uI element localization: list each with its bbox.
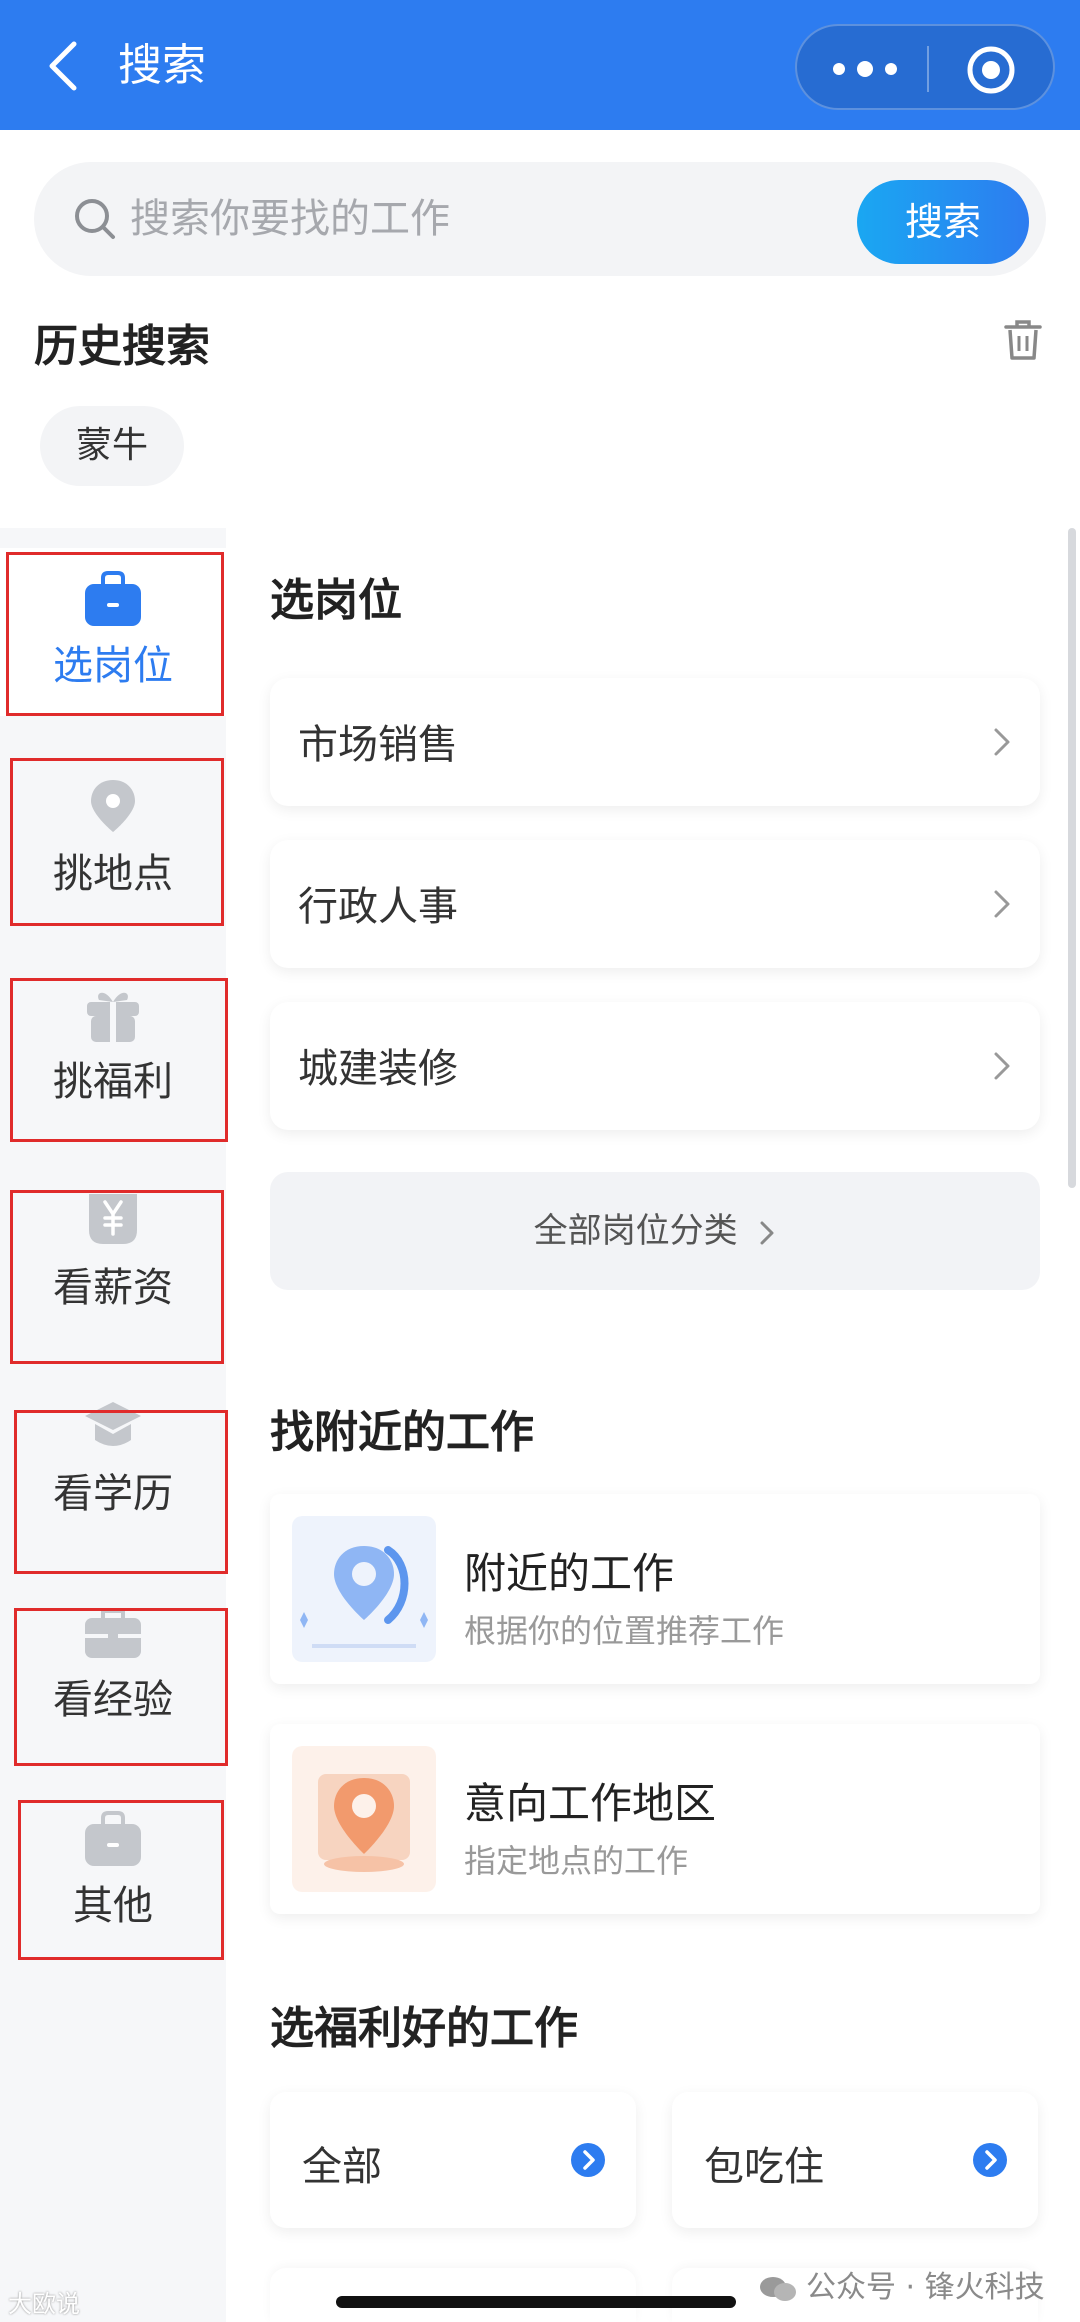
category-card[interactable]: 行政人事 [270,840,1040,968]
welfare-option-label: 包吃住 [704,2144,824,2190]
welfare-card-partial [270,2268,636,2322]
category-label: 行政人事 [298,884,458,930]
navigation-bar: 搜索 [0,0,1080,130]
miniprogram-capsule [795,24,1055,110]
history-chip[interactable]: 蒙牛 [40,406,184,486]
welfare-option-label: 全部 [302,2144,382,2190]
category-card[interactable]: 城建装修 [270,1002,1040,1130]
nearby-jobs-card[interactable]: 附近的工作 根据你的位置推荐工作 [270,1494,1040,1684]
section-title-nearby: 找附近的工作 [270,1407,534,1458]
watermark-left: 大欧说 [8,2290,80,2318]
card-title: 附近的工作 [464,1549,675,1598]
watermark-right: 公众号 · 锋火科技 [758,2262,1045,2306]
category-card[interactable]: 市场销售 [270,678,1040,806]
card-title: 意向工作地区 [464,1779,717,1828]
nearby-location-icon [292,1516,436,1662]
scrollbar[interactable] [1068,528,1076,1188]
arrow-circle-icon [571,2143,605,2177]
chevron-right-icon [994,890,1010,918]
card-subtitle: 根据你的位置推荐工作 [464,1612,785,1650]
welfare-option-board-lodging[interactable]: 包吃住 [672,2092,1038,2228]
capsule-divider [927,46,929,92]
search-icon [75,199,115,239]
highlight-box [14,1608,228,1766]
home-indicator [336,2296,736,2308]
chevron-right-icon [760,1221,774,1244]
category-label: 城建装修 [298,1046,458,1092]
back-arrow-icon[interactable] [38,36,94,96]
highlight-box [14,1410,228,1574]
area-pin-icon [292,1746,436,1892]
history-title: 历史搜索 [34,321,210,372]
trash-icon[interactable] [1003,318,1043,362]
card-subtitle: 指定地点的工作 [464,1842,689,1880]
highlight-box [10,758,224,926]
all-categories-label: 全部岗位分类 [533,1211,738,1251]
search-button[interactable]: 搜索 [857,180,1029,264]
chevron-right-icon [994,1052,1010,1080]
all-categories-button[interactable]: 全部岗位分类 [270,1172,1040,1290]
highlight-box [18,1800,224,1960]
section-title-welfare: 选福利好的工作 [270,2003,578,2054]
welfare-option-all[interactable]: 全部 [270,2092,636,2228]
search-input[interactable] [130,184,850,254]
arrow-circle-icon [973,2143,1007,2177]
highlight-box [10,1190,224,1364]
close-target-icon[interactable] [965,44,1017,96]
highlight-box [10,978,228,1142]
category-label: 市场销售 [298,722,458,768]
watermark-text: 公众号 · 锋火科技 [806,2270,1045,2305]
section-title-positions: 选岗位 [270,575,402,626]
preferred-area-card[interactable]: 意向工作地区 指定地点的工作 [270,1724,1040,1914]
wechat-icon [760,2276,796,2301]
chevron-right-icon [994,728,1010,756]
search-bar: 搜索 [34,162,1046,276]
page-title: 搜索 [118,40,206,91]
highlight-box [6,552,224,716]
more-dots-icon[interactable] [827,48,903,90]
